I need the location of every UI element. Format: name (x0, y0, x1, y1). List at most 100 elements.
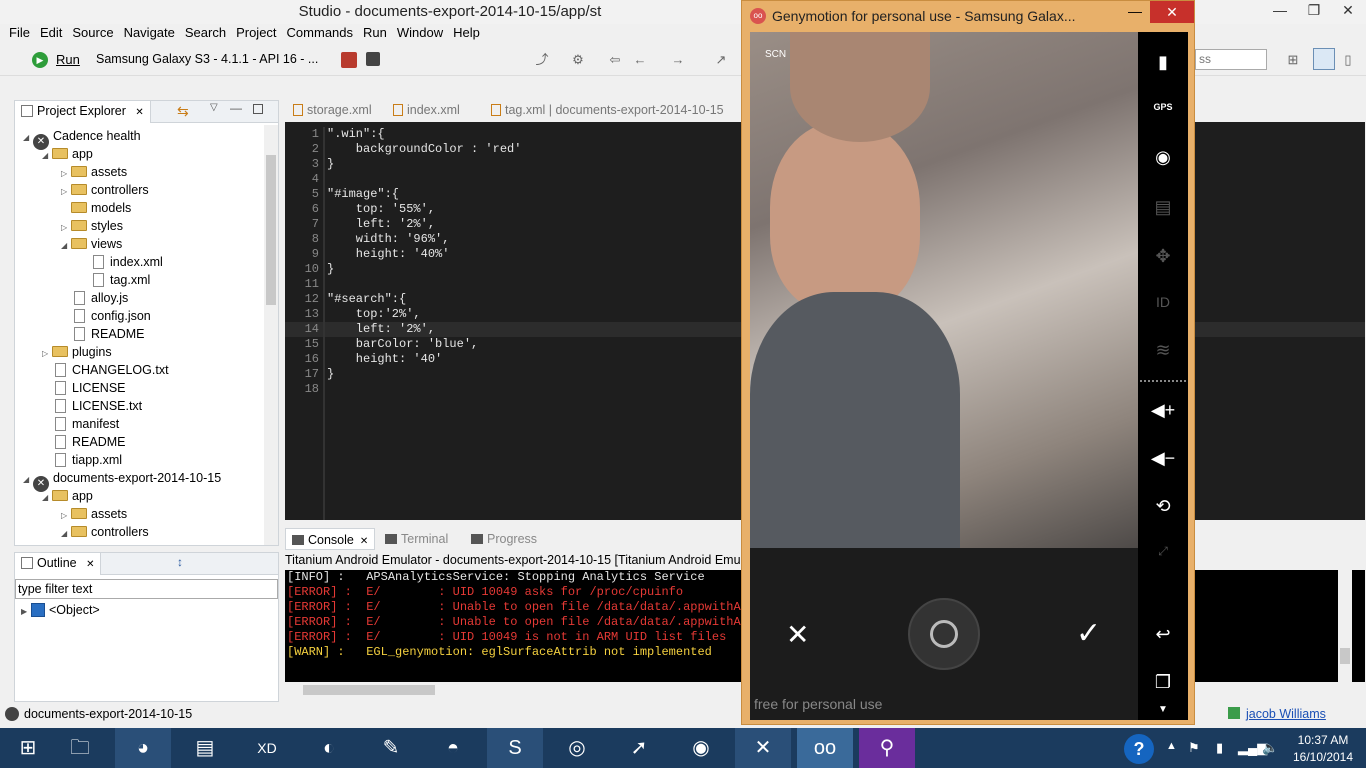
battery-icon[interactable]: ▮ (1138, 52, 1188, 73)
link-editor-icon[interactable]: ⇆ (177, 103, 189, 120)
explorer-scrollbar[interactable] (264, 125, 278, 545)
tree-item[interactable]: tag.xml (15, 271, 278, 289)
chrome-icon[interactable]: ◕ (115, 728, 171, 768)
pixel-perfect-icon[interactable]: ⤢ (1138, 544, 1188, 559)
tree-item[interactable]: ◢ controllers (15, 523, 278, 541)
gps-icon[interactable]: GPS (1138, 102, 1188, 112)
eclipse-icon[interactable]: ◐ (301, 728, 357, 768)
editor-tab[interactable]: tag.xml | documents-export-2014-10-15 (483, 103, 724, 117)
close-icon[interactable]: ✕ (360, 536, 368, 547)
menu-navigate[interactable]: Navigate (119, 24, 180, 44)
view-menu-icon[interactable]: ▽ (210, 102, 218, 113)
tree-item[interactable]: LICENSE (15, 379, 278, 397)
expand-icon[interactable]: ◢ (23, 471, 33, 489)
close-icon[interactable]: ✕ (86, 559, 94, 570)
quick-search-input[interactable]: ss (1195, 49, 1267, 70)
arrow-left-icon[interactable]: ← (632, 52, 648, 68)
tab-outline[interactable]: Outline (37, 556, 77, 570)
rss-icon[interactable]: ≋ (1138, 340, 1188, 361)
maximize-button[interactable]: ❐ (1297, 0, 1331, 22)
start-icon[interactable]: ⊞ (0, 728, 56, 768)
battery-tray-icon[interactable]: ▮ (1216, 740, 1223, 756)
clock-time[interactable]: 10:37 AM (1284, 733, 1362, 747)
tree-item[interactable]: ◢ app (15, 487, 278, 505)
tree-item[interactable]: ▷ styles (15, 217, 278, 235)
expand-icon[interactable]: ◢ (23, 129, 33, 147)
menu-commands[interactable]: Commands (282, 24, 358, 44)
tree-item[interactable]: ◢ ✕ Cadence health (15, 127, 278, 150)
editor-tab[interactable]: storage.xml (285, 103, 372, 117)
titanium-icon[interactable]: ✕ (735, 728, 791, 768)
help-icon[interactable]: ? (1124, 734, 1154, 764)
cancel-icon[interactable]: ✕ (786, 618, 809, 651)
tree-item[interactable]: config.json (15, 307, 278, 325)
menu-edit[interactable]: Edit (35, 24, 67, 44)
tray-arrow-icon[interactable]: ▲ (1166, 740, 1177, 752)
run-button[interactable]: Run (56, 52, 80, 67)
retake-button[interactable] (908, 598, 980, 670)
tree-item[interactable]: ▷ assets (15, 163, 278, 181)
menu-run[interactable]: Run (358, 24, 392, 44)
minimize-button[interactable]: — (1263, 0, 1297, 22)
expand-icon[interactable]: ◢ (42, 147, 52, 165)
cursor-icon[interactable]: ➚ (611, 728, 667, 768)
device-selector[interactable]: Samsung Galaxy S3 - 4.1.1 - API 16 - ... (96, 52, 318, 66)
expand-icon[interactable]: ◢ (61, 237, 71, 255)
volume-up-icon[interactable]: ◀+ (1138, 400, 1188, 421)
tree-item[interactable]: ◢ ✕ documents-export-2014-10-15 (15, 469, 278, 492)
genymotion-taskbar-icon[interactable]: oo (797, 728, 853, 768)
tree-item[interactable]: ▷ assets (15, 505, 278, 523)
console-vscrollbar[interactable] (1338, 570, 1352, 682)
outline-filter-input[interactable]: type filter text (15, 579, 278, 599)
mobile-perspective-icon[interactable] (1313, 48, 1335, 70)
menu-window[interactable]: Window (392, 24, 448, 44)
run-icon[interactable]: ▶ (32, 52, 48, 68)
home-icon[interactable] (341, 52, 357, 68)
recent-apps-icon[interactable]: ❐ (1138, 672, 1188, 693)
back-icon[interactable]: ↩ (1138, 624, 1188, 645)
file-explorer-icon[interactable]: 🗀 (52, 728, 108, 768)
genymotion-minimize-button[interactable]: — (1120, 3, 1150, 25)
wizard-icon[interactable]: ⚙ (570, 52, 586, 68)
menu-search[interactable]: Search (180, 24, 231, 44)
tab-console[interactable]: Console ✕ (285, 528, 376, 550)
confirm-check-icon[interactable]: ✓ (1076, 616, 1101, 651)
expand-icon[interactable]: ◢ (61, 525, 71, 543)
sort-icon[interactable]: ↕ (177, 555, 183, 569)
menu-help[interactable]: Help (448, 24, 485, 44)
cat-icon[interactable]: ◉ (673, 728, 729, 768)
flag-icon[interactable]: ⚑ (1188, 740, 1200, 756)
phone-icon[interactable]: ▯ (1340, 52, 1356, 68)
genymotion-close-button[interactable]: ✕ (1150, 1, 1194, 23)
scroll-down-icon[interactable]: ▼ (1138, 704, 1188, 715)
outline-item[interactable]: ▶ <Object> (15, 601, 278, 619)
back-history-icon[interactable]: ⇦ (607, 52, 623, 68)
skype-icon[interactable]: S (487, 728, 543, 768)
tree-item[interactable]: CHANGELOG.txt (15, 361, 278, 379)
maximize-view-icon[interactable] (253, 104, 263, 114)
perspective-icon[interactable]: ⊞ (1285, 52, 1301, 68)
capture-icon[interactable]: ▤ (1138, 197, 1188, 218)
menu-source[interactable]: Source (67, 24, 118, 44)
tree-item[interactable]: index.xml (15, 253, 278, 271)
tree-item[interactable]: ◢ views (15, 235, 278, 253)
stop-icon[interactable] (366, 52, 380, 66)
xd-icon[interactable]: XD (239, 728, 295, 768)
tree-item[interactable]: README (15, 325, 278, 343)
tree-item[interactable]: ◢ app (15, 145, 278, 163)
tree-item[interactable]: LICENSE.txt (15, 397, 278, 415)
menu-project[interactable]: Project (231, 24, 281, 44)
webcam-icon[interactable]: ◉ (1138, 147, 1188, 168)
minimize-view-icon[interactable]: — (230, 101, 242, 115)
search-app-icon[interactable]: ⚲ (859, 728, 915, 768)
owl-icon[interactable]: ◓ (425, 728, 481, 768)
rotate-icon[interactable]: ⟲ (1138, 496, 1188, 517)
android-screen[interactable]: SCN ✕ ✓ free for personal use (750, 32, 1138, 720)
tab-progress[interactable]: Progress (465, 528, 543, 550)
tree-item[interactable]: tiapp.xml (15, 451, 278, 469)
close-icon[interactable]: ✕ (135, 107, 143, 118)
format-icon[interactable]: ⤴ (534, 52, 550, 68)
tab-terminal[interactable]: Terminal (379, 528, 454, 550)
clock-date[interactable]: 16/10/2014 (1284, 750, 1362, 764)
dpad-icon[interactable]: ✥ (1138, 246, 1188, 267)
